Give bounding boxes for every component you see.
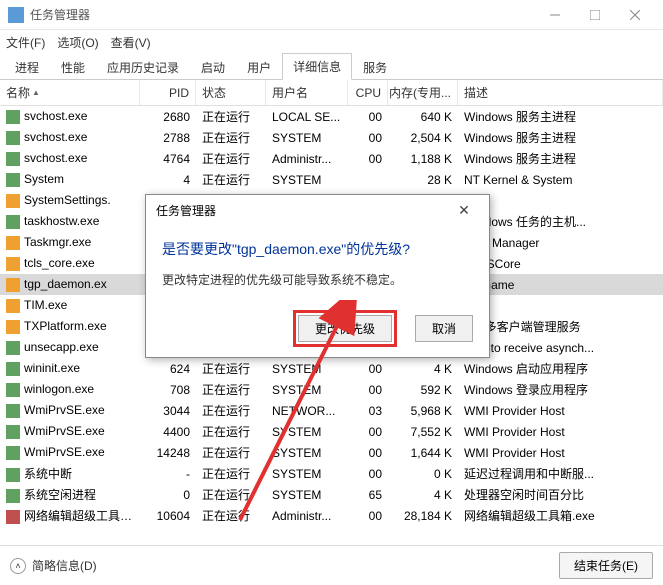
process-icon — [6, 131, 20, 145]
process-icon — [6, 299, 20, 313]
col-desc[interactable]: 描述 — [458, 80, 663, 105]
tab-users[interactable]: 用户 — [236, 54, 282, 80]
table-row[interactable]: svchost.exe4764正在运行Administr...001,188 K… — [0, 148, 663, 169]
table-row[interactable]: WmiPrvSE.exe3044正在运行NETWOR...035,968 KWM… — [0, 400, 663, 421]
process-icon — [6, 404, 20, 418]
table-row[interactable]: svchost.exe2680正在运行LOCAL SE...00640 KWin… — [0, 106, 663, 127]
process-icon — [6, 510, 20, 524]
table-row[interactable]: winlogon.exe708正在运行SYSTEM00592 KWindows … — [0, 379, 663, 400]
process-icon — [6, 383, 20, 397]
tab-details[interactable]: 详细信息 — [282, 53, 352, 80]
menubar: 文件(F) 选项(O) 查看(V) — [0, 30, 663, 54]
table-row[interactable]: svchost.exe2788正在运行SYSTEM002,504 KWindow… — [0, 127, 663, 148]
process-icon — [6, 278, 20, 292]
end-task-button[interactable]: 结束任务(E) — [559, 552, 653, 579]
dialog-close-button[interactable]: ✕ — [449, 202, 479, 219]
dialog-title: 任务管理器 — [156, 202, 449, 219]
tabs: 进程 性能 应用历史记录 启动 用户 详细信息 服务 — [0, 54, 663, 80]
dialog-message: 更改特定进程的优先级可能导致系统不稳定。 — [162, 271, 473, 288]
table-header: 名称▲ PID 状态 用户名 CPU 内存(专用... 描述 — [0, 80, 663, 106]
tab-history[interactable]: 应用历史记录 — [96, 54, 190, 80]
process-icon — [6, 341, 20, 355]
process-icon — [6, 257, 20, 271]
titlebar: 任务管理器 — [0, 0, 663, 30]
process-icon — [6, 446, 20, 460]
col-cpu[interactable]: CPU — [348, 80, 388, 105]
process-icon — [6, 173, 20, 187]
process-icon — [6, 194, 20, 208]
cancel-button[interactable]: 取消 — [415, 315, 473, 342]
process-icon — [6, 152, 20, 166]
close-button[interactable] — [615, 0, 655, 30]
confirm-dialog: 任务管理器 ✕ 是否要更改"tgp_daemon.exe"的优先级? 更改特定进… — [145, 194, 490, 358]
col-mem[interactable]: 内存(专用... — [388, 80, 458, 105]
col-name[interactable]: 名称▲ — [0, 80, 140, 105]
highlight-annotation: 更改优先级 — [293, 310, 397, 347]
col-status[interactable]: 状态 — [196, 80, 266, 105]
menu-view[interactable]: 查看(V) — [111, 34, 151, 51]
minimize-button[interactable] — [535, 0, 575, 30]
chevron-up-icon: ˄ — [10, 558, 26, 574]
table-row[interactable]: 系统中断-正在运行SYSTEM000 K延迟过程调用和中断服... — [0, 463, 663, 484]
col-pid[interactable]: PID — [140, 80, 196, 105]
tab-services[interactable]: 服务 — [352, 54, 398, 80]
process-icon — [6, 215, 20, 229]
table-row[interactable]: WmiPrvSE.exe14248正在运行SYSTEM001,644 KWMI … — [0, 442, 663, 463]
process-icon — [6, 362, 20, 376]
fewer-details-label: 简略信息(D) — [32, 557, 97, 574]
maximize-button[interactable] — [575, 0, 615, 30]
menu-options[interactable]: 选项(O) — [57, 34, 98, 51]
table-row[interactable]: System4正在运行SYSTEM28 KNT Kernel & System — [0, 169, 663, 190]
table-row[interactable]: 系统空闲进程0正在运行SYSTEM654 K处理器空闲时间百分比 — [0, 484, 663, 505]
dialog-question: 是否要更改"tgp_daemon.exe"的优先级? — [162, 239, 473, 259]
process-icon — [6, 425, 20, 439]
app-icon — [8, 7, 24, 23]
table-row[interactable]: wininit.exe624正在运行SYSTEM004 KWindows 启动应… — [0, 358, 663, 379]
menu-file[interactable]: 文件(F) — [6, 34, 45, 51]
tab-processes[interactable]: 进程 — [4, 54, 50, 80]
window-title: 任务管理器 — [30, 6, 535, 23]
table-row[interactable]: WmiPrvSE.exe4400正在运行SYSTEM007,552 KWMI P… — [0, 421, 663, 442]
process-icon — [6, 236, 20, 250]
process-icon — [6, 468, 20, 482]
process-icon — [6, 320, 20, 334]
sort-asc-icon: ▲ — [32, 88, 40, 97]
col-user[interactable]: 用户名 — [266, 80, 348, 105]
footer: ˄ 简略信息(D) 结束任务(E) — [0, 545, 663, 585]
tab-performance[interactable]: 性能 — [50, 54, 96, 80]
tab-startup[interactable]: 启动 — [190, 54, 236, 80]
confirm-button[interactable]: 更改优先级 — [298, 315, 392, 342]
table-row[interactable]: 网络编辑超级工具箱...10604正在运行Administr...0028,18… — [0, 505, 663, 526]
fewer-details-button[interactable]: ˄ 简略信息(D) — [10, 557, 97, 574]
process-icon — [6, 110, 20, 124]
process-icon — [6, 489, 20, 503]
